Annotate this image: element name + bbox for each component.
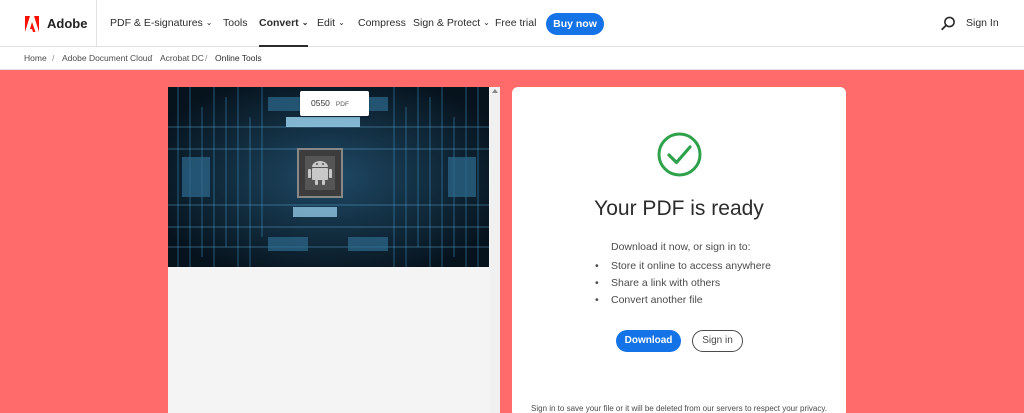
breadcrumb-separator: / xyxy=(205,53,208,63)
file-type-label: PDF xyxy=(335,101,349,108)
nav-edit-label: Edit xyxy=(317,17,336,29)
nav-tools-label: Tools xyxy=(223,17,248,29)
chevron-down-icon: ⌄ xyxy=(301,18,309,27)
nav-sign-protect[interactable]: Sign & Protect ⌄ xyxy=(413,0,490,47)
benefit-item: Convert another file xyxy=(595,292,771,309)
nav-divider xyxy=(96,0,97,47)
nav-free-trial[interactable]: Free trial xyxy=(495,0,536,47)
result-title: Your PDF is ready xyxy=(594,197,764,220)
nav-compress[interactable]: Compress xyxy=(358,0,406,47)
brand-name: Adobe xyxy=(47,16,88,31)
nav-sign-protect-label: Sign & Protect xyxy=(413,17,481,29)
sign-in-link[interactable]: Sign In xyxy=(966,0,999,47)
buy-now-button[interactable]: Buy now xyxy=(546,13,604,35)
result-intro: Download it now, or sign in to: xyxy=(611,241,751,253)
breadcrumb-separator: / xyxy=(52,53,55,63)
breadcrumb: Home / Adobe Document Cloud / Acrobat DC… xyxy=(0,47,1024,70)
top-navigation: Adobe PDF & E-signatures ⌄ Tools Convert ⌄… xyxy=(0,0,1024,47)
nav-pdf-esignatures[interactable]: PDF & E-signatures ⌄ xyxy=(110,0,213,47)
check-circle-icon xyxy=(657,132,702,177)
breadcrumb-home[interactable]: Home xyxy=(24,47,47,70)
breadcrumb-acrobat-dc[interactable]: Acrobat DC xyxy=(160,47,204,70)
privacy-notice: Sign in to save your file or it will be … xyxy=(531,404,827,413)
breadcrumb-document-cloud[interactable]: Adobe Document Cloud xyxy=(62,47,152,70)
download-button[interactable]: Download xyxy=(616,330,681,352)
nav-edit[interactable]: Edit ⌄ xyxy=(317,0,345,47)
nav-convert[interactable]: Convert ⌄ xyxy=(259,0,309,47)
sign-in-button[interactable]: Sign in xyxy=(692,330,743,352)
adobe-logo-icon xyxy=(25,15,39,32)
chevron-down-icon: ⌄ xyxy=(483,18,490,27)
adobe-brand[interactable]: Adobe xyxy=(25,0,87,47)
benefits-list: Store it online to access anywhere Share… xyxy=(595,258,771,309)
search-icon[interactable] xyxy=(941,16,956,31)
nav-pdf-esignatures-label: PDF & E-signatures xyxy=(110,17,203,29)
chevron-down-icon: ⌄ xyxy=(338,18,345,27)
nav-convert-label: Convert xyxy=(259,17,299,29)
nav-free-trial-label: Free trial xyxy=(495,17,537,29)
benefit-item: Store it online to access anywhere xyxy=(595,258,771,275)
preview-scrollbar[interactable] xyxy=(490,87,500,413)
breadcrumb-separator: / xyxy=(150,53,153,63)
file-name: 0550 xyxy=(311,98,330,108)
benefit-item: Share a link with others xyxy=(595,275,771,292)
file-name-chip: 0550 PDF xyxy=(300,91,369,116)
chevron-down-icon: ⌄ xyxy=(205,18,213,27)
breadcrumb-online-tools: Online Tools xyxy=(215,53,262,63)
scroll-up-arrow-icon[interactable] xyxy=(492,89,498,93)
nav-tools[interactable]: Tools xyxy=(223,0,248,47)
nav-compress-label: Compress xyxy=(358,17,406,29)
